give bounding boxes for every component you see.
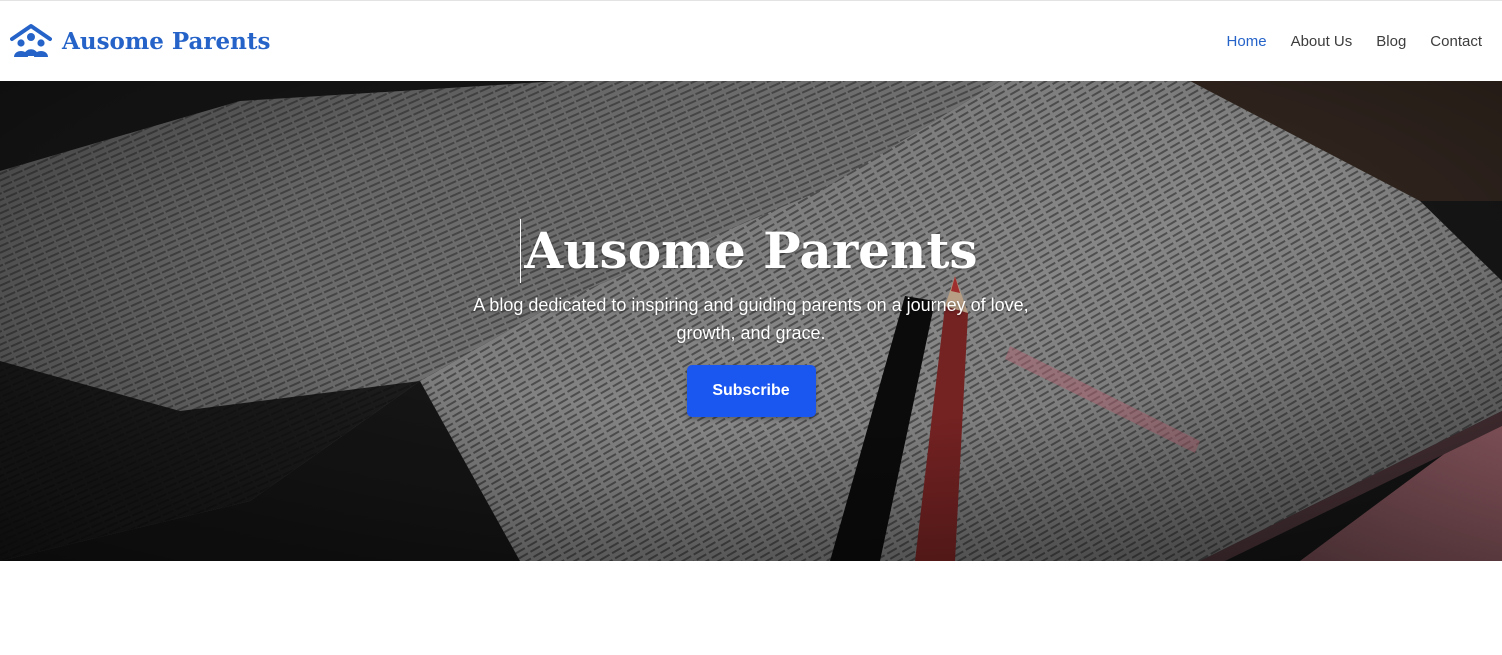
nav-item-home[interactable]: Home	[1227, 33, 1267, 50]
hero-title: Ausome Parents	[520, 219, 978, 283]
hero-title-text: Ausome Parents	[524, 221, 978, 280]
brand-link[interactable]: Ausome Parents	[10, 23, 270, 59]
site-header: Ausome Parents Home About Us Blog Contac…	[0, 1, 1502, 81]
main-nav: Home About Us Blog Contact	[1227, 33, 1482, 50]
brand-name: Ausome Parents	[62, 27, 271, 55]
nav-item-contact[interactable]: Contact	[1430, 33, 1482, 50]
text-caret	[520, 219, 522, 283]
nav-item-blog[interactable]: Blog	[1376, 33, 1406, 50]
hero-section: Ausome Parents A blog dedicated to inspi…	[0, 81, 1502, 561]
hero-subtitle: A blog dedicated to inspiring and guidin…	[473, 295, 1029, 343]
hero-content: Ausome Parents A blog dedicated to inspi…	[0, 219, 1502, 417]
family-house-icon	[10, 23, 52, 59]
subscribe-button[interactable]: Subscribe	[686, 365, 816, 417]
nav-item-about-us[interactable]: About Us	[1291, 33, 1353, 50]
